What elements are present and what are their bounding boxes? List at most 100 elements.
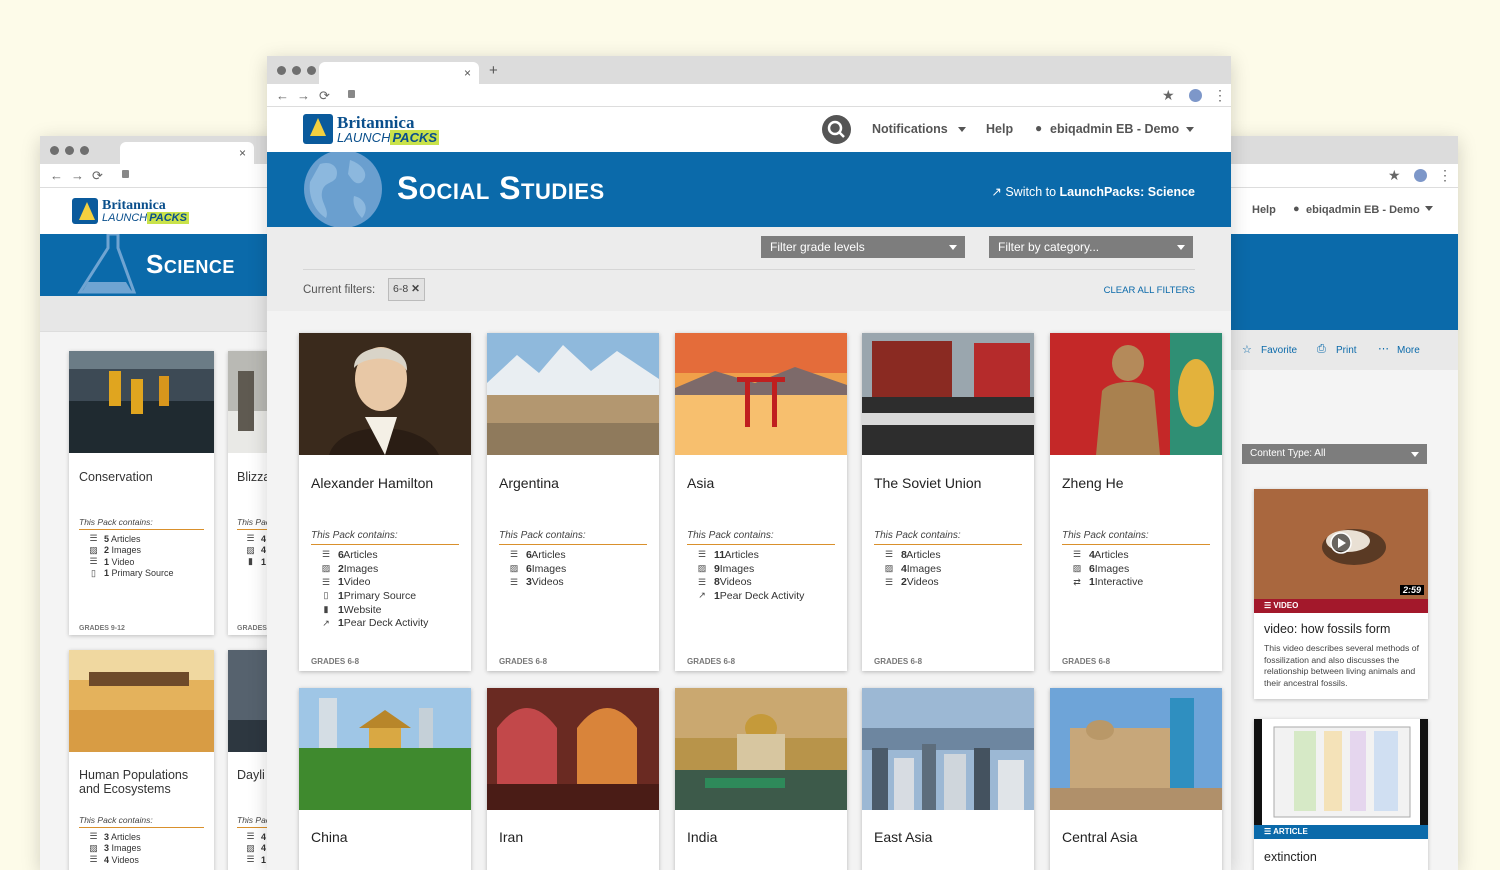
back-icon[interactable]: ←: [276, 88, 289, 103]
pack-card-argentina[interactable]: Argentina This Pack contains: ☰ 6 Article…: [487, 333, 659, 671]
category-filter-select[interactable]: Filter by category...: [989, 236, 1193, 258]
pack-title: The Soviet Union: [874, 475, 982, 491]
image-icon: ▨: [89, 544, 98, 555]
content-label: Images: [719, 562, 755, 575]
window-controls[interactable]: [50, 146, 89, 155]
social-studies-browser-window: × + ← → ⟳ ★ ⋮ Britannica LAUNCH PACKS Not…: [267, 56, 1231, 870]
close-tab-icon[interactable]: ×: [464, 66, 471, 80]
pack-contents: ☰ 4 ▨ 4 ☰ 1: [246, 831, 266, 866]
browser-tab[interactable]: ×: [319, 62, 479, 84]
video-icon: ☰: [89, 854, 98, 865]
pack-card-zheng-he[interactable]: Zheng He This Pack contains: ☰ 4 Articles…: [1050, 333, 1222, 671]
flask-icon: [77, 234, 137, 294]
switch-subject-link[interactable]: ↗ Switch to LaunchPacks: Science: [991, 184, 1195, 199]
video-icon: ☰: [246, 854, 255, 865]
forward-icon[interactable]: →: [71, 168, 84, 183]
content-count: 4: [261, 533, 267, 544]
pack-card-china[interactable]: China: [299, 688, 471, 870]
content-type-select[interactable]: Content Type: All: [1242, 444, 1427, 464]
image-icon: ▨: [509, 563, 519, 574]
grade-label: GRADES: [237, 625, 267, 632]
notifications-menu[interactable]: Notifications: [872, 122, 948, 136]
content-label: Primary Source: [343, 589, 417, 602]
pack-content-item: ☰ 4 Videos: [89, 854, 141, 866]
image-icon: ▨: [884, 563, 894, 574]
pack-card-asia[interactable]: Asia This Pack contains: ☰ 11 Articles ▨ 9 …: [675, 333, 847, 671]
address-bar: ← → ⟳: [40, 164, 280, 188]
argentina-image: [487, 333, 659, 455]
britannica-logo[interactable]: Britannica LAUNCH PACKS: [72, 198, 189, 224]
tab-strip: ×: [40, 136, 280, 164]
content-label: Videos: [111, 854, 139, 865]
pack-card-human-populations[interactable]: Human Populations and Ecosystems This Pa…: [69, 650, 214, 870]
extension-icon[interactable]: [1414, 169, 1427, 182]
active-filter-chip[interactable]: 6-8 ✕: [388, 278, 425, 301]
remove-filter-icon[interactable]: ✕: [411, 283, 420, 295]
help-link[interactable]: Help: [986, 122, 1013, 136]
pack-card-conservation[interactable]: Conservation This Pack contains: ☰ 5 Arti…: [69, 351, 214, 635]
print-icon[interactable]: ⎙: [1317, 343, 1326, 356]
active-filter-value: 6-8: [393, 283, 409, 295]
pack-contents: ☰ 6 Articles ▨ 6 Images ☰ 3 Videos: [509, 548, 566, 589]
extension-icon[interactable]: [1189, 89, 1202, 102]
search-button[interactable]: [822, 115, 851, 144]
pack-content-item: ☰ 4: [246, 831, 266, 843]
content-count: 2: [104, 545, 110, 556]
document-icon: ▯: [323, 590, 329, 601]
pack-card-india[interactable]: India: [675, 688, 847, 870]
tab-strip: × +: [267, 56, 1231, 84]
pack-title: Blizza: [237, 470, 271, 484]
help-link[interactable]: Help: [1252, 204, 1276, 216]
content-count: 4: [104, 854, 110, 865]
pack-title: East Asia: [874, 829, 933, 845]
browser-menu-icon[interactable]: ⋮: [1213, 87, 1227, 104]
pack-title: China: [311, 829, 348, 845]
action-bar: ☆ Favorite ⎙ Print ⋯ More: [1220, 330, 1458, 370]
close-tab-icon[interactable]: ×: [239, 146, 246, 160]
address-bar: ★ ⋮: [1220, 164, 1458, 188]
britannica-logo[interactable]: Britannica LAUNCH PACKS: [303, 114, 440, 145]
user-menu[interactable]: ebiqadmin EB - Demo: [1050, 122, 1179, 136]
content-label: Pear Deck Activity: [343, 617, 429, 630]
window-controls[interactable]: [277, 66, 316, 75]
content-label: Articles: [724, 548, 759, 561]
pack-content-item: ▮ 1 Website: [321, 603, 428, 617]
clear-all-filters-link[interactable]: CLEAR ALL FILTERS: [1104, 285, 1195, 296]
list-icon: ☰: [89, 831, 98, 842]
grade-filter-select[interactable]: Filter grade levels: [761, 236, 965, 258]
share-icon: ↗: [991, 185, 1002, 199]
banner-title: Science: [146, 249, 235, 279]
browser-menu-icon[interactable]: ⋮: [1438, 167, 1452, 184]
new-tab-icon[interactable]: +: [489, 62, 498, 79]
pack-contains-label: This Pack contains:: [79, 815, 204, 828]
bookmark-star-icon[interactable]: ★: [1162, 87, 1175, 104]
content-count: 3: [104, 843, 110, 854]
reload-icon[interactable]: ⟳: [319, 88, 330, 104]
more-button[interactable]: More: [1397, 345, 1420, 356]
pack-title: Asia: [687, 475, 715, 491]
pack-card-iran[interactable]: Iran: [487, 688, 659, 870]
pack-card-central-asia[interactable]: Central Asia: [1050, 688, 1222, 870]
article-card[interactable]: ☰ ARTICLE extinction: [1254, 719, 1428, 870]
globe-icon: [304, 152, 382, 227]
conservation-image: [69, 351, 214, 453]
bookmark-star-icon[interactable]: ★: [1388, 167, 1401, 184]
video-card[interactable]: 2:59 ☰ VIDEO video: how fossils form Thi…: [1254, 489, 1428, 699]
favorite-button[interactable]: Favorite: [1261, 345, 1297, 356]
video-icon: ☰: [321, 576, 331, 587]
content-label: Video: [111, 556, 135, 567]
reload-icon[interactable]: ⟳: [92, 168, 103, 184]
logo-brand: Britannica: [102, 197, 166, 213]
content-label: Images: [906, 562, 942, 575]
back-icon[interactable]: ←: [50, 168, 63, 183]
pack-card-soviet-union[interactable]: The Soviet Union This Pack contains: ☰ 8 …: [862, 333, 1034, 671]
browser-tab[interactable]: ×: [120, 142, 254, 164]
forward-icon[interactable]: →: [297, 88, 310, 103]
more-icon[interactable]: ⋯: [1378, 342, 1389, 355]
pack-card-alexander-hamilton[interactable]: Alexander Hamilton This Pack contains: ☰…: [299, 333, 471, 671]
user-menu[interactable]: ebiqadmin EB - Demo: [1306, 204, 1420, 216]
favorite-star-icon[interactable]: ☆: [1242, 343, 1252, 356]
pack-card-east-asia[interactable]: East Asia: [862, 688, 1034, 870]
print-button[interactable]: Print: [1336, 345, 1357, 356]
pack-content-item: ☰ 11 Articles: [697, 548, 804, 562]
